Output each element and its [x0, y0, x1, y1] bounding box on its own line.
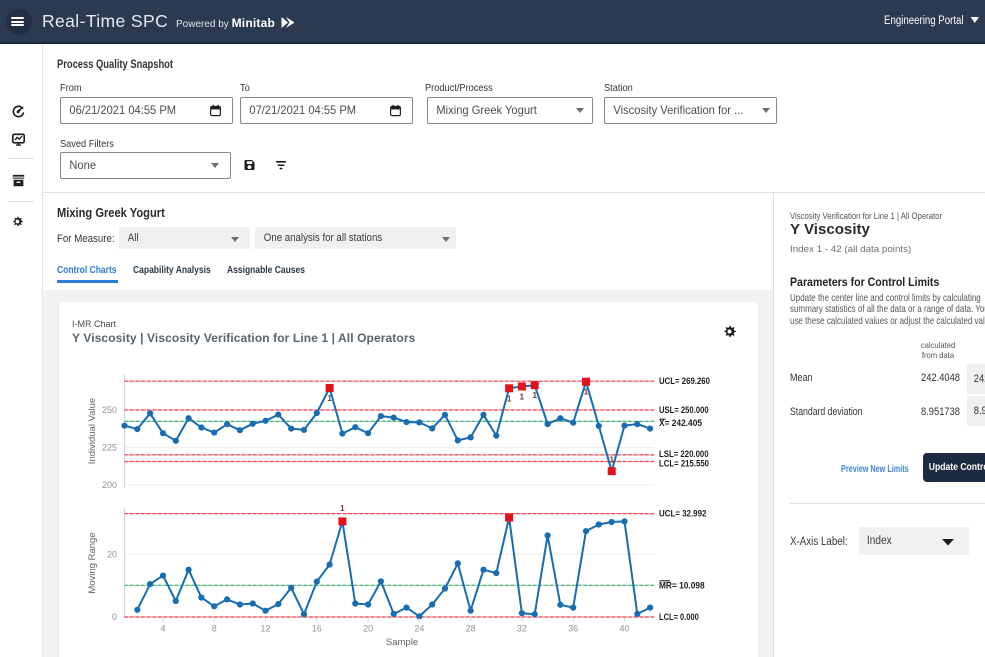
svg-text:4: 4 [160, 624, 165, 634]
svg-text:8: 8 [212, 624, 217, 634]
svg-text:0: 0 [112, 612, 117, 622]
svg-text:1: 1 [507, 394, 512, 403]
svg-text:Individual Value: Individual Value [87, 398, 98, 464]
svg-text:UCL= 32.992: UCL= 32.992 [659, 509, 706, 519]
svg-text:250: 250 [102, 405, 117, 415]
svg-text:LSL= 220.000: LSL= 220.000 [659, 449, 709, 459]
svg-text:1: 1 [340, 504, 345, 513]
svg-text:1: 1 [532, 391, 537, 400]
svg-text:UCL= 269.260: UCL= 269.260 [659, 376, 710, 386]
svg-text:12: 12 [260, 624, 270, 634]
svg-text:Moving Range: Moving Range [87, 532, 98, 593]
svg-text:1: 1 [584, 388, 589, 397]
svg-text:1: 1 [327, 394, 332, 403]
svg-text:36: 36 [568, 624, 578, 634]
svg-text:MR= 10.098: MR= 10.098 [659, 580, 705, 590]
svg-text:LCL= 215.550: LCL= 215.550 [659, 459, 709, 469]
svg-text:1: 1 [520, 393, 525, 402]
svg-text:24: 24 [414, 624, 424, 634]
svg-text:1: 1 [609, 456, 614, 465]
svg-text:225: 225 [102, 442, 117, 452]
svg-text:32: 32 [517, 624, 527, 634]
svg-text:40: 40 [619, 624, 629, 634]
svg-text:Sample: Sample [386, 637, 418, 648]
svg-text:LCL= 0.000: LCL= 0.000 [659, 612, 699, 622]
svg-text:20: 20 [107, 549, 117, 559]
svg-text:200: 200 [102, 480, 117, 490]
svg-text:USL= 250.000: USL= 250.000 [659, 405, 709, 415]
svg-text:16: 16 [312, 624, 322, 634]
svg-text:28: 28 [466, 624, 476, 634]
svg-text:20: 20 [363, 624, 373, 634]
